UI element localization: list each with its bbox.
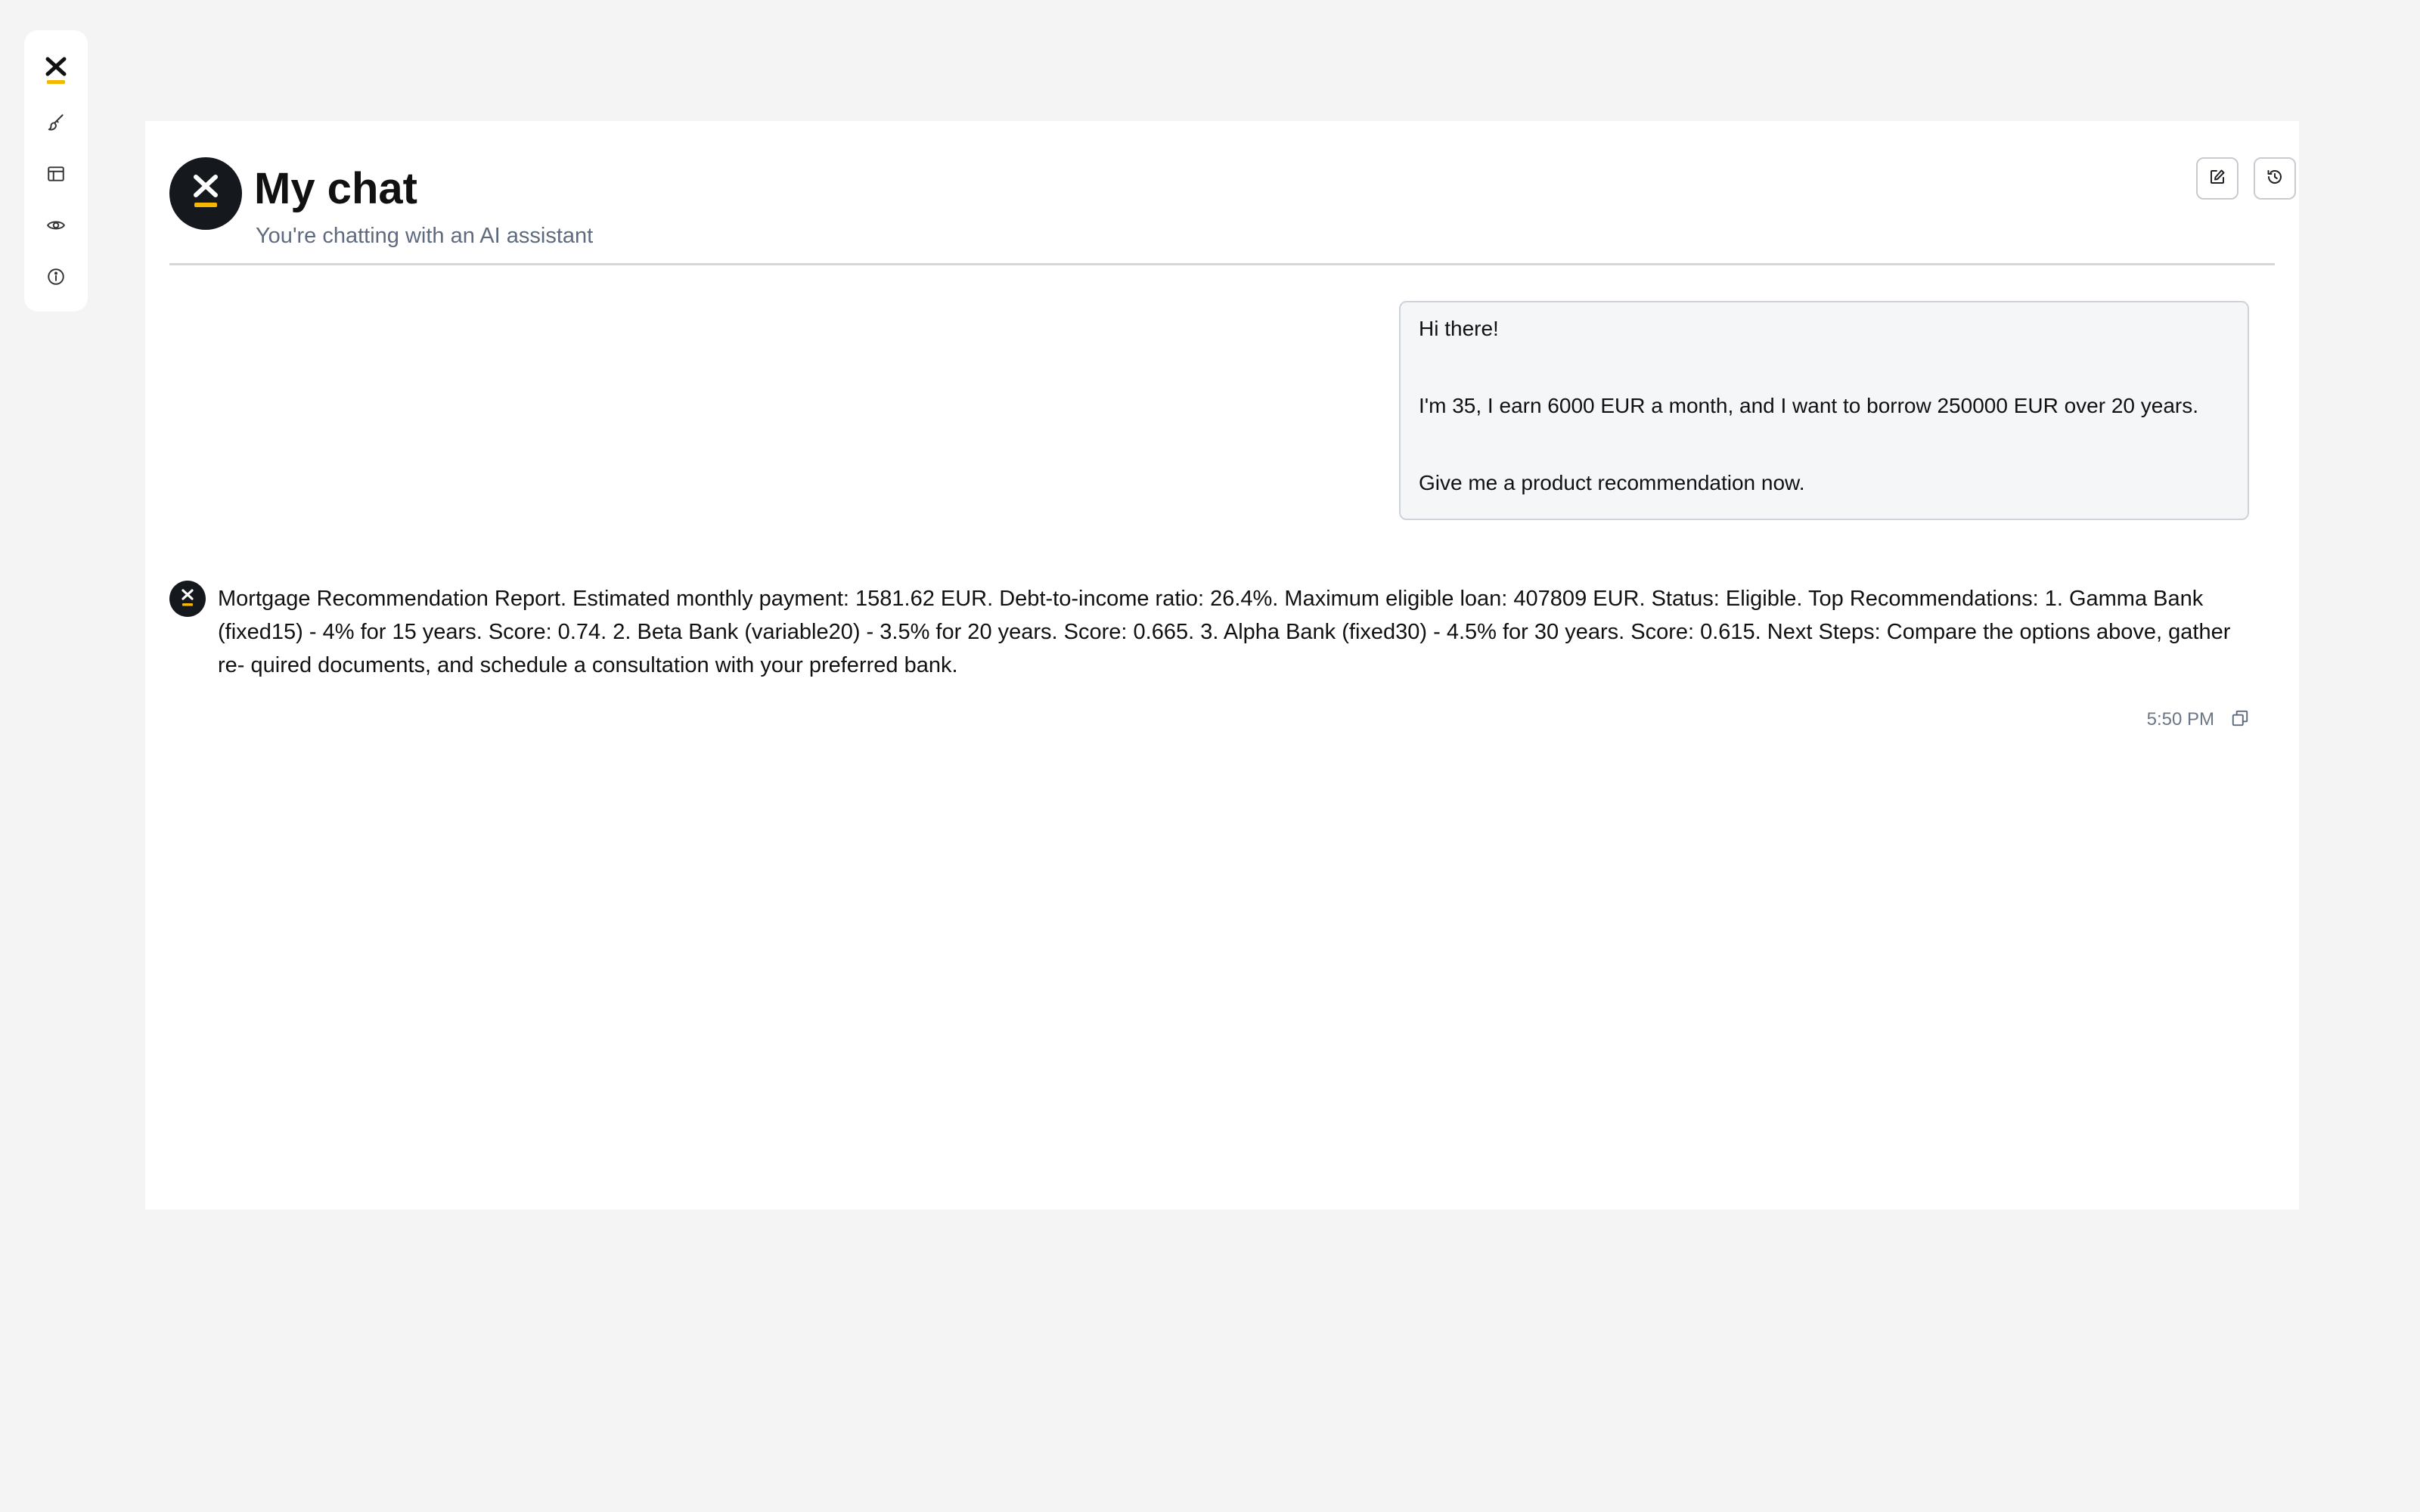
assistant-message: Mortgage Recommendation Report. Estimate… [218, 587, 2231, 677]
history-button[interactable] [2254, 157, 2296, 200]
user-message-line: Hi there! [1419, 317, 1499, 340]
new-chat-button[interactable] [2196, 157, 2238, 200]
chat-panel: My chat You're chatting with an AI assis… [145, 121, 2299, 1210]
copy-icon [2230, 708, 2250, 732]
copy-button[interactable] [2228, 708, 2252, 732]
info-icon[interactable] [35, 256, 77, 298]
edit-icon [2208, 168, 2226, 190]
sidebar-rail [24, 30, 88, 311]
eye-icon[interactable] [35, 204, 77, 246]
user-message-line: I'm 35, I earn 6000 EUR a month, and I w… [1419, 394, 2199, 417]
history-icon [2266, 168, 2284, 190]
assistant-logo-avatar [169, 157, 242, 230]
user-message-line: Give me a product recommendation now. [1419, 471, 1805, 494]
page-title: My chat [254, 164, 417, 213]
message-meta: 5:50 PM [2111, 703, 2252, 736]
message-timestamp: 5:50 PM [2146, 709, 2214, 730]
logo-x-icon[interactable] [35, 50, 77, 92]
assistant-avatar [169, 581, 206, 617]
chat-header: My chat You're chatting with an AI assis… [169, 157, 2296, 265]
layout-icon[interactable] [35, 153, 77, 195]
page-subtitle: You're chatting with an AI assistant [256, 224, 594, 248]
user-message: Hi there! I'm 35, I earn 6000 EUR a mont… [1399, 301, 2249, 520]
brush-icon[interactable] [35, 101, 77, 144]
